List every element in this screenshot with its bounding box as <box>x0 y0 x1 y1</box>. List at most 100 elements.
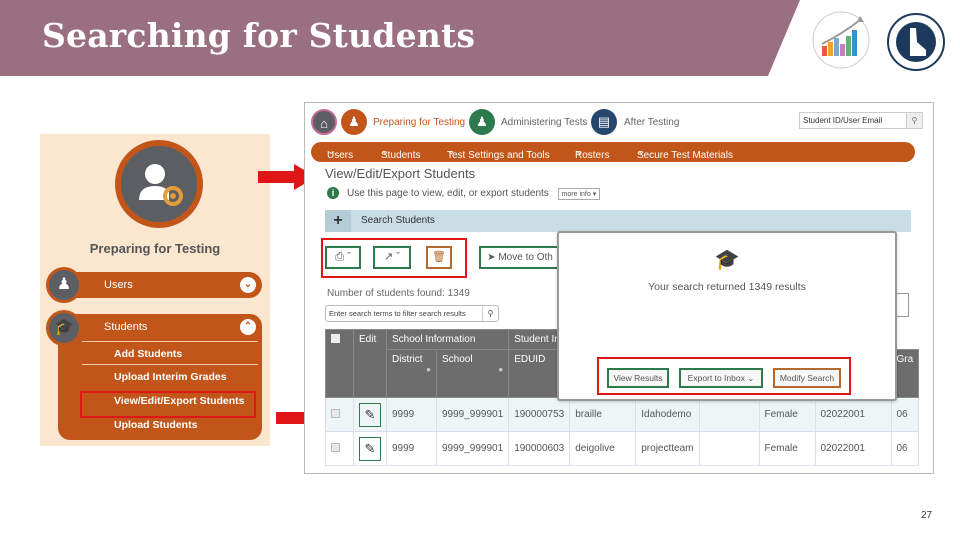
menu-rosters[interactable]: Rosters ⌄ <box>575 146 609 161</box>
nav-preparing-for-testing[interactable]: Preparing for Testing <box>373 117 465 128</box>
nav-users[interactable]: Users ⌄ <box>58 272 262 298</box>
students-found-count: Number of students found: 1349 <box>327 288 470 299</box>
highlight-view-edit-export <box>80 391 256 418</box>
nav-users-label: Users <box>104 279 133 291</box>
report-icon[interactable]: ▤ <box>591 109 617 135</box>
submenu-add-students[interactable]: Add Students <box>82 341 258 365</box>
school-header-label: School <box>442 354 473 365</box>
cell <box>698 397 760 432</box>
nav-students[interactable]: Students ⌃ Add Students Upload Interim G… <box>58 314 262 440</box>
app-screenshot: ⌂ ♟ Preparing for Testing ♟ Administerin… <box>304 102 934 474</box>
menu-rosters-label: Rosters <box>575 150 610 161</box>
slide: Searching for Students Preparing for Tes… <box>0 0 960 540</box>
submenu-upload-interim-grades[interactable]: Upload Interim Grades <box>82 365 258 389</box>
school-cell: 9999_999901 <box>435 431 510 466</box>
highlight-modal-buttons <box>597 357 851 395</box>
expand-plus-icon[interactable]: + <box>325 210 351 232</box>
more-info-button[interactable]: more info ▾ <box>557 188 601 200</box>
panel-title: Preparing for Testing <box>89 241 221 256</box>
row-checkbox[interactable] <box>331 442 340 452</box>
edit-cell: ✎ <box>353 431 387 466</box>
edit-pencil-icon[interactable]: ✎ <box>359 402 381 427</box>
student-id-search-input[interactable]: Student ID/User Email ⚲ <box>799 112 923 129</box>
test-admin-icon[interactable]: ♟ <box>469 109 495 135</box>
sort-icon[interactable]: ● <box>442 365 503 374</box>
cell: 02022001 <box>814 431 892 466</box>
slide-header: Searching for Students <box>0 0 960 76</box>
info-text: Use this page to view, edit, or export s… <box>347 188 549 199</box>
user-gear-icon <box>115 140 203 228</box>
school-info-header: School Information <box>385 329 510 350</box>
cell: projectteam <box>635 431 700 466</box>
user-gear-icon[interactable]: ♟ <box>341 109 367 135</box>
nav-administering-tests[interactable]: Administering Tests <box>501 117 588 128</box>
cell: 02022001 <box>814 397 892 432</box>
info-line: i Use this page to view, edit, or export … <box>327 187 601 200</box>
students-submenu: Add Students Upload Interim Grades View/… <box>82 341 258 437</box>
search-students-label: Search Students <box>361 215 435 226</box>
search-results-modal: 🎓 Your search returned 1349 results View… <box>557 231 897 401</box>
move-button[interactable]: ➤ Move to Oth <box>479 246 561 269</box>
menu-students[interactable]: Students ⌄ <box>381 146 420 161</box>
menu-users-label: Users <box>327 150 354 161</box>
menu-secure-label: Secure Test Materials <box>637 150 733 161</box>
gender-cell: Female <box>758 431 816 466</box>
search-students-panel[interactable]: + Search Students <box>325 210 911 232</box>
nav-students-label: Students <box>104 321 148 333</box>
search-placeholder: Student ID/User Email <box>803 116 883 125</box>
cell <box>698 431 760 466</box>
page-number: 27 <box>921 510 933 521</box>
district-header[interactable]: District ● <box>386 349 437 398</box>
menu-students-label: Students <box>381 150 421 161</box>
eduid-header-label: EDUID <box>514 354 546 365</box>
menu-secure-test-materials[interactable]: Secure Test Materials ⌄ <box>637 146 733 161</box>
cell: braille <box>569 397 637 432</box>
sort-icon[interactable]: ● <box>392 365 431 374</box>
row-select-cell <box>325 431 354 466</box>
search-icon[interactable]: ⚲ <box>482 306 498 321</box>
cell: deigolive <box>569 431 637 466</box>
row-checkbox[interactable] <box>331 408 340 418</box>
row-select-cell <box>325 397 354 432</box>
gender-cell: Female <box>758 397 816 432</box>
menu-test-settings-label: Test Settings and Tools <box>447 150 550 161</box>
slide-title: Searching for Students <box>42 16 476 55</box>
icap-logo-icon <box>812 11 870 69</box>
edit-pencil-icon[interactable]: ✎ <box>359 436 381 461</box>
top-nav: ⌂ ♟ Preparing for Testing ♟ Administerin… <box>305 103 933 139</box>
idaho-seal-icon <box>887 13 945 71</box>
cell: 06 <box>890 431 920 466</box>
graduation-cap-icon: 🎓 <box>714 249 740 271</box>
more-info-label: more info <box>561 191 591 198</box>
table-row: ✎ 9999 9999_999901 190000753 braille Ida… <box>325 397 920 432</box>
district-cell: 9999 <box>386 397 437 432</box>
home-icon[interactable]: ⌂ <box>311 109 337 135</box>
info-icon: i <box>327 187 339 199</box>
menu-test-settings[interactable]: Test Settings and Tools ⌄ <box>447 146 550 161</box>
menu-users[interactable]: Users ⌄ <box>327 146 353 161</box>
chevron-down-icon[interactable]: ⌄ <box>240 277 256 293</box>
cell: 06 <box>890 397 920 432</box>
main-menu-bar: Users ⌄ Students ⌄ Test Settings and Too… <box>311 142 915 162</box>
users-icon: ♟ <box>46 267 82 303</box>
select-all-checkbox[interactable] <box>331 334 340 343</box>
cell: Idahodemo <box>635 397 700 432</box>
district-cell: 9999 <box>386 431 437 466</box>
partial-button[interactable] <box>895 293 909 317</box>
move-label: Move to Oth <box>498 252 553 263</box>
filter-results-input[interactable]: Enter search terms to filter search resu… <box>325 305 499 322</box>
school-header[interactable]: School ● <box>435 349 510 398</box>
left-nav-panel: Preparing for Testing Users ⌄ ♟ Students… <box>40 134 270 446</box>
filter-placeholder: Enter search terms to filter search resu… <box>329 309 466 318</box>
school-cell: 9999_999901 <box>435 397 510 432</box>
eduid-cell: 190000603 <box>508 431 571 466</box>
results-message: Your search returned 1349 results <box>648 281 806 293</box>
edit-header: Edit <box>353 329 387 398</box>
nav-after-testing[interactable]: After Testing <box>624 117 679 128</box>
edit-cell: ✎ <box>353 397 387 432</box>
highlight-toolbar <box>321 238 467 278</box>
search-icon[interactable]: ⚲ <box>906 113 922 128</box>
chevron-up-icon[interactable]: ⌃ <box>240 319 256 335</box>
district-header-label: District <box>392 354 423 365</box>
eduid-cell: 190000753 <box>508 397 571 432</box>
